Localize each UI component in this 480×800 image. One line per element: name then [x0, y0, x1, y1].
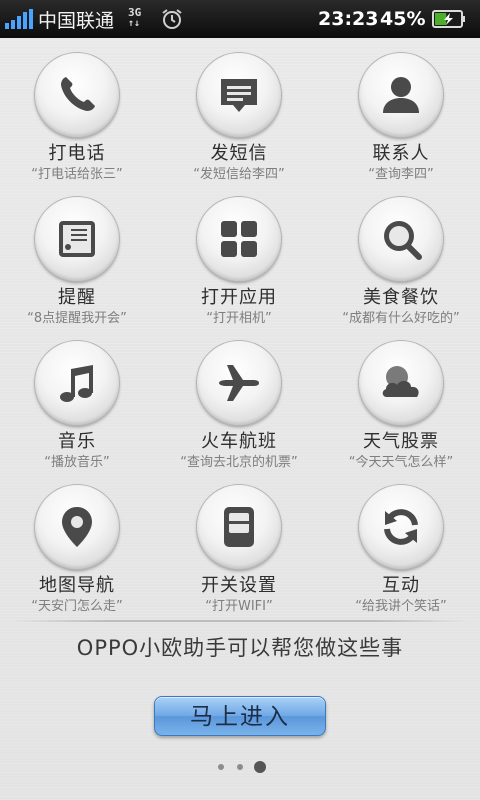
- status-time: 23:23: [318, 8, 379, 30]
- feature-label: 火车航班: [201, 431, 277, 452]
- feature-hint: “查询去北京的机票”: [180, 455, 298, 470]
- feature-music-button[interactable]: [35, 341, 119, 425]
- feature-label: 美食餐饮: [363, 287, 439, 308]
- feature-hint: “打开相机”: [206, 311, 272, 326]
- network-type-indicator: 3G ↑↓: [128, 7, 141, 29]
- magnifier-icon: [384, 221, 422, 260]
- message-icon: [221, 79, 257, 112]
- feature-interact[interactable]: 互动 “给我讲个笑话”: [324, 470, 480, 614]
- feature-map-button[interactable]: [35, 485, 119, 569]
- carrier-name: 中国联通: [38, 10, 115, 32]
- page-dot: [237, 764, 243, 770]
- feature-hint: “天安门怎么走”: [31, 599, 123, 614]
- feature-hint: “今天天气怎么样”: [348, 455, 454, 470]
- feature-open-app-button[interactable]: [197, 197, 281, 281]
- tagline: OPPO小欧助手可以帮您做这些事: [76, 636, 404, 660]
- phone-icon: [61, 77, 95, 111]
- feature-food[interactable]: 美食餐饮 “成都有什么好吃的”: [324, 182, 480, 326]
- battery-percent: 45%: [380, 8, 426, 30]
- feature-call[interactable]: 打电话 “打电话给张三”: [0, 38, 160, 182]
- battery-charging-icon: [432, 10, 465, 28]
- feature-weather[interactable]: 天气股票 “今天天气怎么样”: [324, 326, 480, 470]
- feature-open-app[interactable]: 打开应用 “打开相机”: [162, 182, 322, 326]
- feature-hint: “发短信给李四”: [193, 167, 285, 182]
- feature-weather-button[interactable]: [359, 341, 443, 425]
- feature-reminder-button[interactable]: [35, 197, 119, 281]
- page-indicator: [214, 760, 274, 774]
- feature-label: 互动: [382, 575, 420, 596]
- reminder-icon: [59, 221, 95, 257]
- feature-label: 联系人: [372, 143, 430, 164]
- feature-hint: “播放音乐”: [44, 455, 110, 470]
- feature-switch-settings[interactable]: 开关设置 “打开WIFI”: [162, 470, 322, 614]
- feature-hint: “给我讲个笑话”: [355, 599, 447, 614]
- status-bar: 中国联通 3G ↑↓ 23:23 45%: [0, 0, 480, 38]
- enter-now-button[interactable]: 马上进入: [154, 696, 326, 736]
- refresh-icon: [384, 509, 418, 545]
- feature-map[interactable]: 地图导航 “天安门怎么走”: [0, 470, 160, 614]
- map-pin-icon: [62, 507, 92, 547]
- network-type-label: 3G: [128, 6, 142, 19]
- airplane-icon: [219, 365, 259, 401]
- feature-travel-button[interactable]: [197, 341, 281, 425]
- feature-label: 打电话: [48, 143, 106, 164]
- feature-contacts-button[interactable]: [359, 53, 443, 137]
- feature-label: 天气股票: [363, 431, 439, 452]
- feature-sms-button[interactable]: [197, 53, 281, 137]
- feature-hint: “查询李四”: [368, 167, 434, 182]
- feature-hint: “打开WIFI”: [205, 599, 273, 614]
- page-dot-active: [254, 761, 266, 773]
- music-note-icon: [60, 365, 93, 402]
- page-dot: [218, 764, 224, 770]
- signal-strength-icon: [5, 9, 33, 29]
- feature-interact-button[interactable]: [359, 485, 443, 569]
- feature-reminder[interactable]: 提醒 “8点提醒我开会”: [0, 182, 160, 326]
- switch-icon: [224, 507, 254, 547]
- feature-label: 提醒: [58, 287, 96, 308]
- feature-travel[interactable]: 火车航班 “查询去北京的机票”: [162, 326, 322, 470]
- feature-hint: “8点提醒我开会”: [27, 311, 127, 326]
- alarm-clock-icon: [162, 9, 182, 29]
- feature-label: 打开应用: [201, 287, 277, 308]
- divider: [12, 620, 468, 622]
- feature-contacts[interactable]: 联系人 “查询李四”: [324, 38, 480, 182]
- feature-hint: “成都有什么好吃的”: [342, 311, 460, 326]
- feature-label: 发短信: [210, 143, 268, 164]
- feature-sms[interactable]: 发短信 “发短信给李四”: [162, 38, 322, 182]
- feature-music[interactable]: 音乐 “播放音乐”: [0, 326, 160, 470]
- apps-icon: [221, 221, 257, 257]
- feature-food-button[interactable]: [359, 197, 443, 281]
- feature-switch-settings-button[interactable]: [197, 485, 281, 569]
- feature-hint: “打电话给张三”: [31, 167, 123, 182]
- weather-icon: [382, 366, 419, 397]
- feature-label: 开关设置: [201, 575, 277, 596]
- network-activity-arrows: ↑↓: [128, 18, 141, 29]
- feature-label: 地图导航: [39, 575, 115, 596]
- contact-icon: [383, 77, 419, 113]
- feature-call-button[interactable]: [35, 53, 119, 137]
- feature-label: 音乐: [58, 431, 96, 452]
